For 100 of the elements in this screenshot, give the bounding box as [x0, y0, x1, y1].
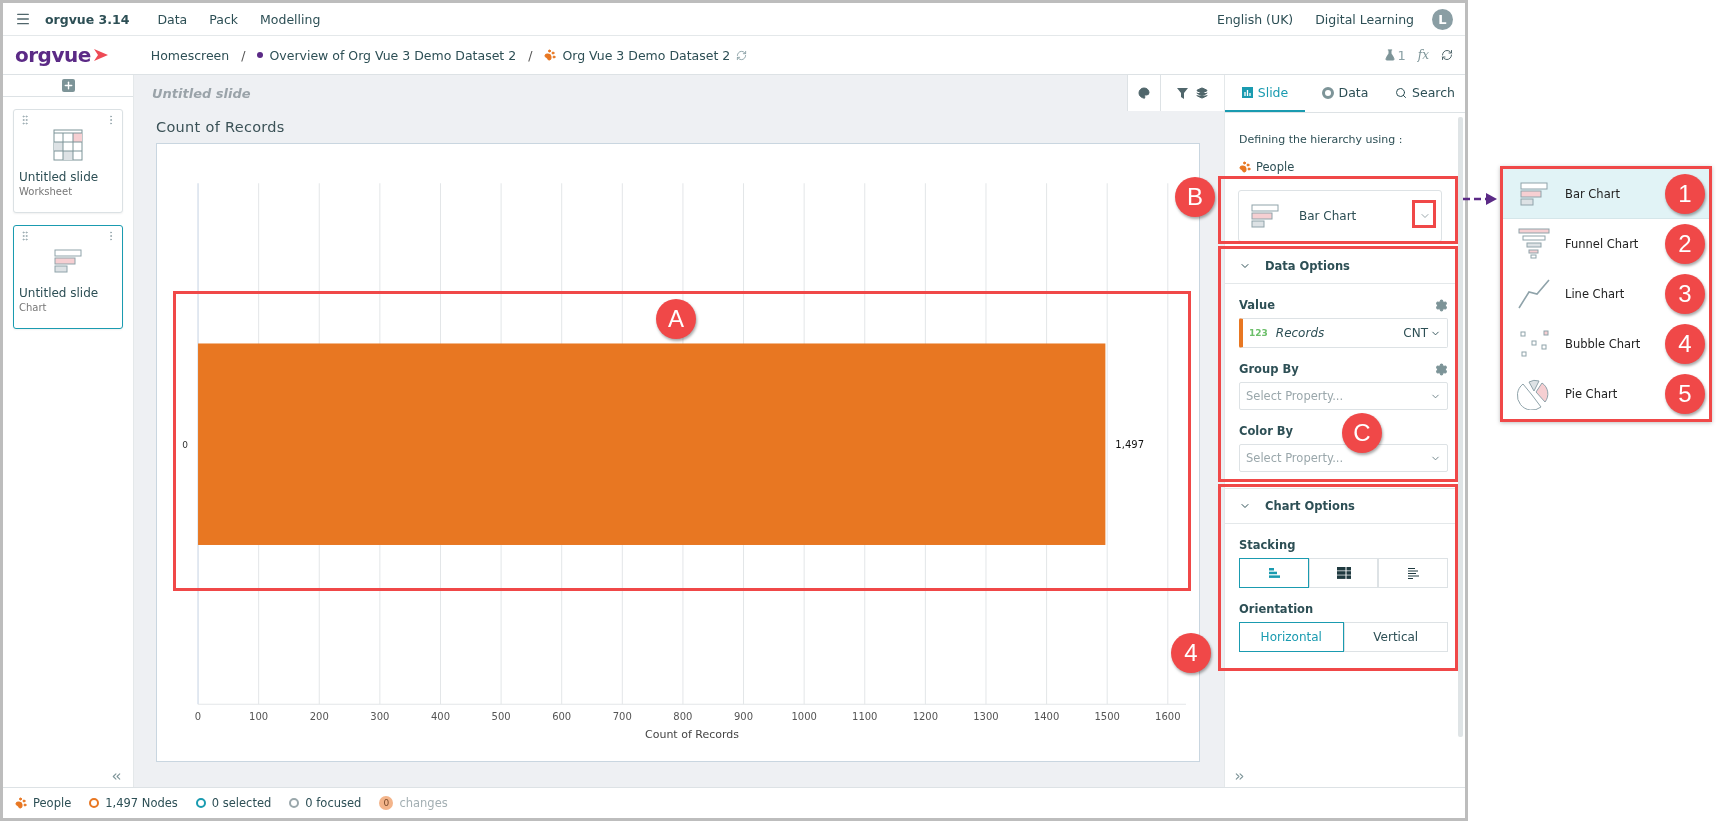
- tick-label: 800: [673, 711, 693, 723]
- field-label: Color By: [1239, 424, 1294, 438]
- app-name: orgvue 3.14: [45, 11, 130, 27]
- panel-tab[interactable]: Search: [1385, 75, 1465, 112]
- status-changes: changes: [399, 796, 448, 810]
- slide-name: Untitled slide: [152, 85, 251, 101]
- menu-option[interactable]: Pie Chart 5: [1503, 369, 1709, 419]
- breadcrumb-separator: /: [528, 47, 533, 63]
- search-icon: [1395, 86, 1407, 99]
- status-nodes: 1,497 Nodes: [105, 796, 178, 810]
- menu-icon[interactable]: [15, 11, 31, 27]
- tick-label: 0: [194, 711, 202, 723]
- value-label: 1,497: [1115, 439, 1144, 451]
- funnel-chart-icon: [1518, 227, 1550, 260]
- pie-chart-icon: [1517, 377, 1551, 410]
- field-label: Orientation: [1239, 602, 1314, 616]
- changes-count: 0: [379, 796, 394, 810]
- axis-title: Count of Records: [645, 728, 739, 742]
- palette-icon: [1138, 87, 1150, 99]
- language-menu[interactable]: English (UK): [1213, 11, 1298, 27]
- breadcrumb-separator: /: [241, 47, 246, 63]
- palette-button[interactable]: [1127, 75, 1160, 111]
- nodes-icon: [89, 798, 100, 808]
- logo-arrow-icon: [92, 48, 109, 62]
- hierarchy-note: Defining the hierarchy using :: [1239, 133, 1404, 146]
- menu-item[interactable]: Data: [153, 11, 192, 27]
- field-label: Stacking: [1239, 538, 1296, 552]
- aggregate-select[interactable]: CNT: [1403, 326, 1441, 340]
- step-marker: 2: [1665, 224, 1705, 264]
- chart-type-select[interactable]: Bar Chart: [1238, 190, 1442, 242]
- field-label: Group By: [1239, 362, 1299, 376]
- breadcrumb-link[interactable]: Org Vue 3 Demo Dataset 2: [544, 47, 748, 63]
- logo-text: orgvue: [15, 43, 91, 67]
- status-source: People: [33, 796, 72, 810]
- panel-tab[interactable]: Data: [1305, 75, 1385, 112]
- orientation-option[interactable]: Vertical: [1343, 622, 1448, 652]
- chart-title: Count of Records: [156, 118, 286, 138]
- slide-type: Worksheet: [19, 186, 74, 197]
- section-header[interactable]: Chart Options: [1225, 488, 1458, 524]
- flask-count: 1: [1397, 47, 1406, 63]
- tick-label: 100: [249, 711, 269, 723]
- tick-label: 900: [734, 711, 754, 723]
- field-label: Value: [1239, 298, 1275, 312]
- tick-label: 1200: [912, 711, 939, 723]
- tick-label: 400: [430, 711, 451, 723]
- menu-item[interactable]: Modelling: [256, 11, 325, 27]
- slide-card[interactable]: Untitled slide Worksheet: [13, 109, 123, 213]
- tick-label: 1300: [973, 711, 999, 723]
- breadcrumb-link[interactable]: Overview of Org Vue 3 Demo Dataset 2: [257, 47, 517, 63]
- chart-icon: [1241, 87, 1253, 98]
- settings-icon[interactable]: [1435, 298, 1448, 312]
- add-slide-button[interactable]: [61, 79, 75, 92]
- bar-chart-icon: [1520, 180, 1548, 207]
- tick-label: 300: [370, 711, 390, 723]
- menu-option[interactable]: Funnel Chart 2: [1503, 219, 1709, 269]
- menu-item[interactable]: Pack: [205, 11, 243, 27]
- grouped-bars-icon: [1267, 567, 1280, 579]
- status-selected: 0 selected: [211, 796, 272, 810]
- tick-label: 700: [612, 711, 632, 723]
- number-type-tag: 123: [1249, 328, 1268, 338]
- drag-handle-icon[interactable]: [19, 114, 31, 126]
- breadcrumb-link[interactable]: Homescreen: [150, 47, 230, 63]
- tick-label: 1500: [1094, 711, 1120, 723]
- paw-icon: [1239, 161, 1251, 173]
- layers-icon: [1196, 87, 1208, 99]
- stacked-bars-icon: [1336, 567, 1351, 579]
- line-chart-icon: [1517, 277, 1551, 310]
- field-name: Records: [1275, 326, 1326, 340]
- settings-icon[interactable]: [1435, 362, 1448, 376]
- step-marker: 4: [1665, 324, 1705, 364]
- refresh-icon[interactable]: [1441, 49, 1453, 61]
- filter-icon: [1177, 87, 1188, 99]
- user-menu[interactable]: Digital Learning: [1311, 11, 1418, 27]
- lines-bars-icon: [1407, 567, 1420, 579]
- value-field[interactable]: 123 Records CNT: [1239, 318, 1448, 348]
- tick-label: 1400: [1033, 711, 1060, 723]
- drag-handle-icon[interactable]: [19, 230, 31, 242]
- bubble-chart-icon: [1519, 329, 1549, 358]
- slide-type: Chart: [19, 302, 48, 313]
- tick-label: 1000: [791, 711, 817, 723]
- scrollbar[interactable]: [1458, 117, 1463, 737]
- slide-title: Untitled slide: [19, 170, 100, 184]
- menu-option[interactable]: Bubble Chart 4: [1503, 319, 1709, 369]
- tick-label: 200: [309, 711, 329, 723]
- flask-icon[interactable]: [1383, 49, 1396, 61]
- tick-label: 1600: [1155, 711, 1181, 723]
- filter-layers-button[interactable]: [1160, 75, 1224, 111]
- status-focused: 0 focused: [305, 796, 362, 810]
- step-marker: 1: [1665, 174, 1705, 214]
- paw-icon: [15, 797, 27, 809]
- menu-option[interactable]: Bar Chart 1: [1503, 169, 1709, 219]
- step-marker: 5: [1665, 374, 1705, 414]
- menu-option[interactable]: Line Chart 3: [1503, 269, 1709, 319]
- bar-chart-icon: [1251, 203, 1279, 229]
- dot-icon: [257, 52, 264, 58]
- axis-label: 0: [182, 440, 189, 451]
- tick-label: 1100: [852, 711, 878, 723]
- tick-label: 600: [552, 711, 572, 723]
- table-icon: [53, 129, 83, 161]
- slide-card[interactable]: Untitled slide Chart: [13, 225, 123, 329]
